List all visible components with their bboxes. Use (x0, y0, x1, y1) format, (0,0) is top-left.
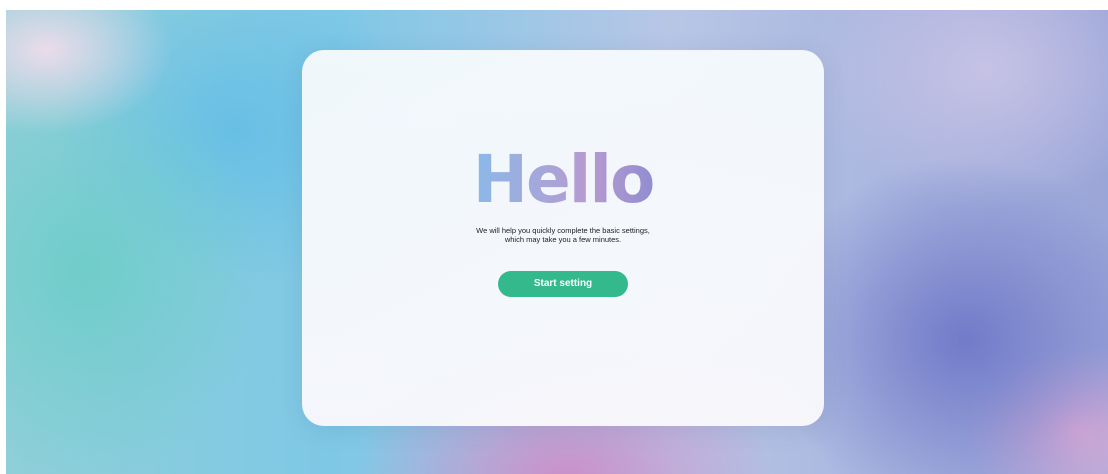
welcome-description-line2: which may take you a few minutes. (504, 235, 622, 244)
welcome-description-line1: We will help you quickly complete the ba… (476, 226, 650, 235)
welcome-card: Hello We will help you quickly complete … (302, 50, 824, 426)
start-setting-button[interactable]: Start setting (498, 271, 628, 297)
welcome-description: We will help you quickly complete the ba… (302, 226, 824, 244)
welcome-title: Hello (302, 140, 824, 220)
setup-wizard-background: Hello We will help you quickly complete … (6, 10, 1108, 474)
